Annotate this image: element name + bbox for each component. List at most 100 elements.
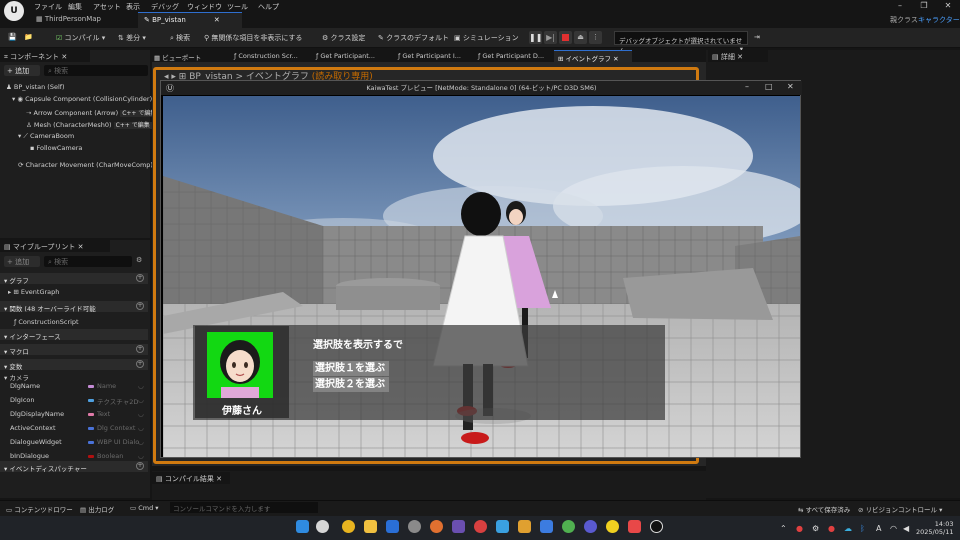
section-interfaces[interactable]: ▾ インターフェース [0, 329, 148, 341]
wifi-icon[interactable]: ◠ [890, 524, 897, 533]
close-icon[interactable]: ✕ [936, 0, 960, 12]
add-function-icon[interactable]: + [136, 302, 144, 310]
variable-row[interactable]: DialogueWidget WBP UI Dialo ◡ [0, 436, 148, 449]
parent-class-link[interactable]: キャラクター [918, 15, 960, 25]
app-icon-red[interactable] [474, 520, 487, 533]
variable-row[interactable]: DlgIcon テクスチャ2D ◡ [0, 394, 148, 407]
section-graphs[interactable]: ▾ グラフ + [0, 273, 148, 285]
ime-icon[interactable]: A [876, 524, 881, 533]
tab-get-participant-3[interactable]: ƒ Get Participant D... [478, 52, 544, 60]
components-tab[interactable]: ⌗ コンポーネント ✕ [0, 50, 90, 62]
find-button[interactable]: ⌕ 検索 [170, 33, 190, 43]
tray-cloud-icon[interactable]: ☁ [844, 524, 852, 533]
eject-button[interactable]: ⏏ [574, 31, 587, 44]
details-tab[interactable]: ▤ 詳細 ✕ [708, 50, 768, 62]
search-taskbar-icon[interactable] [316, 520, 329, 533]
pause-button[interactable]: ❚❚ [529, 31, 542, 44]
preview-maximize-icon[interactable]: □ [765, 82, 773, 91]
minimize-icon[interactable]: – [888, 0, 912, 12]
section-macros[interactable]: ▾ マクロ + [0, 344, 148, 356]
section-variables[interactable]: ▾ 変数 + [0, 359, 148, 371]
debug-object-select[interactable]: デバッグオブジェクトが選択されていません▾ [614, 31, 748, 55]
components-search-input[interactable]: ⌕ 検索 [44, 65, 148, 76]
my-blueprint-tab[interactable]: ▤ マイブループリント ✕ [0, 240, 110, 252]
menu-debug[interactable]: デバッグ [151, 2, 179, 12]
diff-button[interactable]: ⇅ 差分 ▾ [118, 33, 146, 43]
edit-cpp-link[interactable]: C++ で編集 [113, 122, 152, 129]
tab-viewport[interactable]: ▦ ビューポート [154, 52, 201, 62]
visibility-eye-icon[interactable]: ◡ [138, 438, 144, 446]
menu-help[interactable]: ヘルプ [258, 2, 279, 12]
tree-item-cameraboom[interactable]: ▾ ⟋ CameraBoom [18, 132, 74, 141]
simulation-button[interactable]: ▣ シミュレーション [454, 33, 519, 43]
tree-item-followcamera[interactable]: ▪ FollowCamera [30, 144, 82, 152]
tree-item-charmove[interactable]: ⟳ Character Movement (CharMoveComp) [18, 161, 153, 169]
preview-minimize-icon[interactable]: – [745, 82, 749, 91]
tray-settings-icon[interactable]: ⚙ [812, 524, 819, 533]
output-log-button[interactable]: ▤ 出力ログ [80, 504, 114, 514]
choice-button-2[interactable]: 選択肢２を選ぶ [313, 377, 389, 392]
chrome-icon[interactable] [342, 520, 355, 533]
preview-close-icon[interactable]: ✕ [787, 82, 794, 91]
app-icon-crimson[interactable] [628, 520, 641, 533]
construction-script-item[interactable]: ƒ ConstructionScript [14, 318, 79, 326]
app-icon-gold[interactable] [606, 520, 619, 533]
variable-row[interactable]: DlgDisplayName Text ◡ [0, 408, 148, 421]
visibility-eye-icon[interactable]: ◡ [138, 382, 144, 390]
settings-gear-icon[interactable]: ⚙ [136, 256, 142, 264]
stop-button[interactable] [559, 31, 572, 44]
visibility-eye-icon[interactable]: ◡ [138, 410, 144, 418]
tab-get-participant-1[interactable]: ƒ Get Participant... [316, 52, 375, 60]
app-icon-cyan[interactable] [496, 520, 509, 533]
visibility-eye-icon[interactable]: ◡ [138, 396, 144, 404]
game-preview-window[interactable]: KaiwaTest プレビュー [NetMode: Standalone 0] … [160, 80, 802, 458]
bluetooth-icon[interactable]: ᛒ [860, 524, 865, 533]
choice-button-1[interactable]: 選択肢１を選ぶ [313, 361, 389, 376]
game-viewport[interactable]: 伊藤さん 選択肢を表示するで 選択肢１を選ぶ 選択肢２を選ぶ [163, 96, 800, 457]
add-variable-icon[interactable]: + [136, 360, 144, 368]
add-component-button[interactable]: + 追加 [4, 65, 40, 76]
add-dispatcher-icon[interactable]: + [136, 462, 144, 470]
tree-item-mesh[interactable]: ♙ Mesh (CharacterMesh0) C++ で編集 [26, 120, 152, 129]
add-graph-icon[interactable]: + [136, 274, 144, 282]
tray-chevron-icon[interactable]: ⌃ [780, 524, 787, 533]
browse-icon[interactable]: 📁 [24, 33, 33, 41]
tab-event-graph[interactable]: ⊞ イベントグラフ ✕ [554, 50, 632, 63]
unreal-taskbar-icon[interactable] [650, 520, 663, 533]
menu-edit[interactable]: 編集 [68, 2, 82, 12]
compile-button[interactable]: ☑ コンパイル ▾ [56, 33, 105, 43]
menu-asset[interactable]: アセット [93, 2, 121, 12]
section-event-dispatchers[interactable]: ▾ イベントディスパッチャー + [0, 461, 148, 473]
menu-tools[interactable]: ツール [227, 2, 248, 12]
menu-window[interactable]: ウィンドウ [187, 2, 222, 12]
app-icon-purple[interactable] [452, 520, 465, 533]
cmd-select[interactable]: ▭ Cmd ▾ [130, 504, 159, 512]
tab-construction-script[interactable]: ƒ Construction Scr... [234, 52, 298, 60]
revision-control-button[interactable]: ⊘ リビジョンコントロール ▾ [858, 504, 942, 514]
tab-close-icon[interactable]: ✕ [214, 16, 220, 24]
variable-row[interactable]: DlgName Name ◡ [0, 380, 148, 393]
step-button[interactable]: ▶| [544, 31, 557, 44]
app-icon-yellow[interactable] [518, 520, 531, 533]
tab-thirdpersonmap[interactable]: ▦ ThirdPersonMap [30, 12, 138, 28]
menu-file[interactable]: ファイル [34, 2, 62, 12]
file-explorer-icon[interactable] [364, 520, 377, 533]
event-graph-item[interactable]: ▸ ⊞ EventGraph [8, 288, 59, 296]
tree-item-arrow[interactable]: ➝ Arrow Component (Arrow) C++ で編集 [26, 108, 159, 117]
save-icon[interactable]: 💾 [8, 33, 17, 41]
class-settings-button[interactable]: ⚙ クラス設定 [322, 33, 365, 43]
play-options-button[interactable]: ⋮ [589, 31, 602, 44]
clock[interactable]: 14:03 2025/05/11 [916, 520, 953, 536]
hide-unrelated-button[interactable]: ⚲ 無関係な項目を非表示にする [204, 33, 302, 43]
app-icon-orange[interactable] [430, 520, 443, 533]
app-icon-blue[interactable] [386, 520, 399, 533]
tray-record-icon[interactable]: ● [828, 524, 835, 533]
menu-view[interactable]: 表示 [126, 2, 140, 12]
mybp-search-input[interactable]: ⌕ 検索 [44, 256, 132, 267]
windows-start-icon[interactable] [296, 520, 309, 533]
preview-title-bar[interactable]: KaiwaTest プレビュー [NetMode: Standalone 0] … [161, 81, 802, 95]
restore-icon[interactable]: ❐ [912, 0, 936, 12]
vscode-icon[interactable] [540, 520, 553, 533]
tab-get-participant-2[interactable]: ƒ Get Participant I... [398, 52, 461, 60]
class-defaults-button[interactable]: ✎ クラスのデフォルト [378, 33, 449, 43]
